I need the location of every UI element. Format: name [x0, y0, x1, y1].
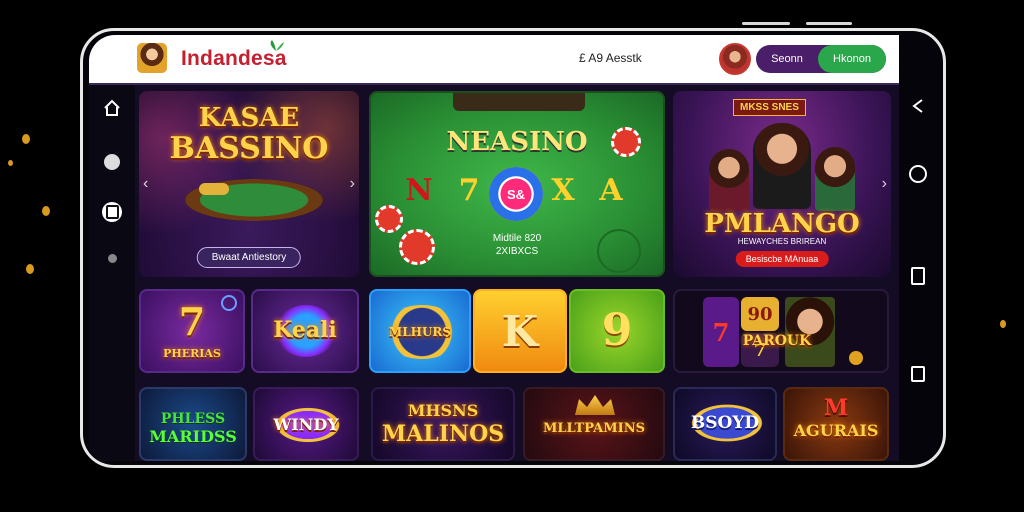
game-tile[interactable]: 9 [569, 289, 665, 373]
square-icon[interactable] [905, 361, 931, 387]
home-circle-icon[interactable] [905, 161, 931, 187]
recents-icon[interactable] [905, 263, 931, 289]
tile-title: BSOYD [690, 413, 760, 433]
phone-frame: Indandesa £ A9 Aesstk Seonn Hkonon KASAE… [80, 28, 946, 468]
tile-title: 9 [601, 305, 633, 356]
game-tile[interactable]: MLLTPAMINS [523, 387, 665, 461]
leaf-icon [270, 40, 284, 51]
tile-subtitle: HEWAYCHES BRIREAN [737, 237, 827, 246]
tile-action-button[interactable]: Besiscbe MAnuaa [735, 251, 829, 267]
game-tile[interactable]: K [473, 289, 567, 373]
reel-letter: A [599, 172, 623, 208]
host-figure [785, 297, 835, 367]
tile-subtitle: PHERIAS [163, 347, 221, 360]
casino-chip [611, 127, 641, 157]
featured-tile-casino[interactable]: KASAE BASSINO ‹ › Bwaat Antiestory [139, 91, 359, 277]
user-avatar[interactable] [719, 43, 751, 75]
game-tile[interactable]: PHLESS MARIDSS [139, 387, 247, 461]
wallet-icon[interactable] [101, 201, 123, 223]
host-figure [753, 123, 811, 209]
app-header: Indandesa £ A9 Aesstk Seonn Hkonon [89, 35, 899, 85]
tile-title: M [823, 395, 849, 421]
circle-icon[interactable] [101, 151, 123, 173]
reel-letter: 7 [458, 172, 480, 208]
slot-machine-tile[interactable]: 7 90 7 PAROUK [673, 289, 889, 373]
game-tile[interactable]: M AGURAIS [783, 387, 889, 461]
tile-title: MALINOS [381, 421, 505, 447]
tile-title: MARIDSS [149, 427, 237, 446]
auth-button-group: Seonn Hkonon [756, 45, 886, 73]
reel-letter: N [405, 172, 433, 208]
dot-icon[interactable] [101, 247, 123, 269]
tile-action-button[interactable]: Bwaat Antiestory [196, 247, 302, 268]
casino-chip [375, 205, 403, 233]
badge-icon [221, 295, 237, 311]
chips-pile [199, 183, 229, 195]
featured-tile-roulette[interactable]: NEASINO N 7 S& X A Midtile 820 2XIBXCS [369, 91, 665, 277]
tile-title: MLLTPAMINS [543, 421, 645, 436]
register-button[interactable]: Hkonon [818, 45, 886, 73]
game-tile[interactable]: 7 PHERIAS [139, 289, 245, 373]
chip-emblem: S& [489, 167, 543, 221]
reel-letter: X [551, 172, 575, 208]
tile-banner: MKSS SNES [733, 99, 806, 116]
chip-text: S& [506, 186, 526, 202]
tile-title: AGURAIS [793, 421, 879, 440]
tile-title: K [501, 307, 539, 356]
host-figure [709, 149, 749, 211]
crown-emblem [575, 395, 615, 415]
game-tile[interactable]: Keali [251, 289, 359, 373]
chevron-right-icon[interactable]: › [882, 175, 887, 193]
coin-decoration [1000, 320, 1006, 328]
roulette-wheel [597, 229, 641, 273]
game-tile[interactable]: MHSNS MALINOS [371, 387, 515, 461]
back-icon[interactable] [905, 93, 931, 119]
tile-title: WINDY [273, 415, 339, 434]
tile-title: MHSNS [407, 401, 479, 420]
header-info-text: £ A9 Aesstk [579, 51, 642, 65]
tile-title: PHLESS [160, 411, 226, 427]
tile-title: BASSINO [169, 131, 329, 166]
coin-decoration [8, 160, 13, 166]
tile-title: PAROUK [742, 333, 812, 349]
game-tile[interactable]: MLHURS [369, 289, 471, 373]
phone-speaker [742, 22, 790, 25]
tile-title: Keali [273, 317, 337, 343]
game-tile[interactable]: WINDY [253, 387, 359, 461]
slot-reel: 7 [703, 297, 739, 367]
chevron-left-icon[interactable]: ‹ [143, 175, 148, 193]
host-figure [815, 147, 855, 211]
coin-decoration [22, 134, 30, 144]
slot-reel: 90 [741, 297, 779, 331]
phone-speaker [806, 22, 852, 25]
chevron-right-icon[interactable]: › [350, 175, 355, 193]
app-screen: Indandesa £ A9 Aesstk Seonn Hkonon KASAE… [89, 35, 899, 461]
tile-title: PMLANGO [704, 209, 860, 239]
tile-title: KASAE [198, 103, 300, 133]
coin-decoration [42, 206, 50, 216]
coin-decoration [26, 264, 34, 274]
tile-title: MLHURS [388, 325, 452, 339]
home-icon[interactable] [101, 97, 123, 119]
sidebar-nav [89, 85, 135, 461]
game-tile[interactable]: BSOYD [673, 387, 777, 461]
top-bar [453, 93, 585, 111]
featured-tile-pmlango[interactable]: MKSS SNES PMLANGO HEWAYCHES BRIREAN Besi… [673, 91, 891, 277]
casino-chip [399, 229, 435, 265]
login-button[interactable]: Seonn [756, 45, 818, 73]
coin-icon [849, 351, 863, 365]
logo-avatar[interactable] [137, 43, 167, 73]
